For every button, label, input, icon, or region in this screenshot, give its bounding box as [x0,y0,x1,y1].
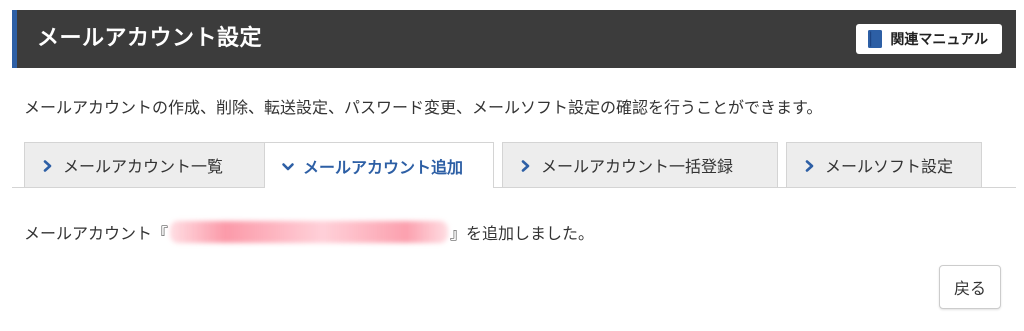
success-message: メールアカウント『 』を追加しました。 [24,220,594,244]
tab-mail-account-list[interactable]: メールアカウント一覧 [24,142,266,187]
tab-bar: メールアカウント一覧 メールアカウント追加 メールアカウント一括登録 メールソフ… [12,142,1016,188]
message-prefix: メールアカウント『 [24,224,169,243]
related-manual-button[interactable]: 関連マニュアル [856,24,1002,54]
back-button[interactable]: 戻る [939,265,1001,309]
message-suffix: 』を追加しました。 [450,224,595,243]
tab-mail-account-add[interactable]: メールアカウント追加 [264,142,494,188]
tab-label: メールアカウント追加 [303,157,464,177]
related-manual-label: 関連マニュアル [890,32,988,48]
chevron-right-icon [41,158,55,172]
tab-label: メールアカウント一覧 [63,157,224,176]
book-icon [868,30,883,48]
back-button-label: 戻る [953,279,986,298]
page-description: メールアカウントの作成、削除、転送設定、パスワード変更、メールソフト設定の確認を… [24,98,823,117]
chevron-down-icon [281,159,295,173]
chevron-right-icon [803,158,817,172]
tab-label: メールソフト設定 [825,157,954,176]
redacted-email-address [170,221,449,243]
tab-label: メールアカウント一括登録 [541,157,734,176]
tab-mail-software-settings[interactable]: メールソフト設定 [786,142,982,187]
page-header: メールアカウント設定 関連マニュアル [12,10,1016,68]
page-title: メールアカウント設定 [37,26,263,51]
chevron-right-icon [519,158,533,172]
tab-mail-account-bulk-register[interactable]: メールアカウント一括登録 [502,142,778,187]
tab-bar-divider [12,187,1016,188]
